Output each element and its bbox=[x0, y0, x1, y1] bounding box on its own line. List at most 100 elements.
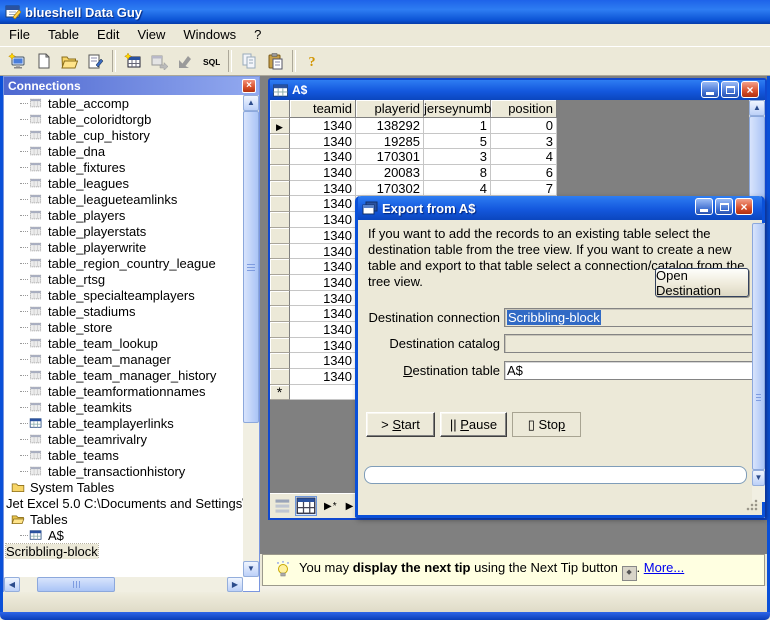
tree-hscroll-thumb[interactable] bbox=[37, 577, 115, 592]
tree-item-system-tables[interactable]: System Tables bbox=[4, 479, 243, 495]
form-view-icon[interactable] bbox=[273, 497, 293, 515]
copy-icon[interactable] bbox=[237, 49, 261, 73]
tree-item-table-store[interactable]: table_store bbox=[4, 319, 243, 335]
row-selector[interactable] bbox=[270, 275, 290, 291]
paste-icon[interactable] bbox=[263, 49, 287, 73]
cell-r4-teamid[interactable]: 1340 bbox=[290, 181, 356, 197]
new-connection-icon[interactable] bbox=[5, 49, 29, 73]
cell-r2-playerid[interactable]: 170301 bbox=[356, 149, 424, 165]
row-selector[interactable] bbox=[270, 291, 290, 307]
grid-scroll-up-icon[interactable]: ▲ bbox=[749, 100, 765, 116]
stop-button[interactable]: ▯ Stop bbox=[512, 412, 581, 437]
column-header-playerid[interactable]: playerid bbox=[356, 100, 424, 118]
tree-item-table-team-manager-history[interactable]: table_team_manager_history bbox=[4, 367, 243, 383]
tree-item-scribbling-block[interactable]: Scribbling-block bbox=[4, 543, 243, 559]
row-selector[interactable] bbox=[270, 353, 290, 369]
tree-item-table-coloridtorgb[interactable]: table_coloridtorgb bbox=[4, 111, 243, 127]
new-cell-teamid[interactable] bbox=[290, 385, 356, 401]
tree-item-table-teamrivalry[interactable]: table_teamrivalry bbox=[4, 431, 243, 447]
cell-r1-playerid[interactable]: 19285 bbox=[356, 134, 424, 150]
tree-item-tables[interactable]: Tables bbox=[4, 511, 243, 527]
cell-r1-position[interactable]: 3 bbox=[491, 134, 557, 150]
help-icon[interactable]: ? bbox=[301, 49, 325, 73]
tree-item-table-players[interactable]: table_players bbox=[4, 207, 243, 223]
new-file-icon[interactable] bbox=[31, 49, 55, 73]
grid-minimize-icon[interactable] bbox=[701, 81, 719, 98]
current-row-selector[interactable]: ▶ bbox=[270, 118, 290, 134]
app-titlebar[interactable]: blueshell Data Guy bbox=[0, 0, 770, 24]
cell-r6-teamid[interactable]: 1340 bbox=[290, 212, 356, 228]
dialog-minimize-icon[interactable] bbox=[695, 198, 713, 215]
dialog-maximize-icon[interactable] bbox=[715, 198, 733, 215]
tree-item-table-fixtures[interactable]: table_fixtures bbox=[4, 159, 243, 175]
tree-item-table-cup-history[interactable]: table_cup_history bbox=[4, 127, 243, 143]
column-header-position[interactable]: position bbox=[491, 100, 557, 118]
row-selector[interactable] bbox=[270, 322, 290, 338]
cell-r9-teamid[interactable]: 1340 bbox=[290, 259, 356, 275]
cell-r2-position[interactable]: 4 bbox=[491, 149, 557, 165]
properties-icon[interactable] bbox=[83, 49, 107, 73]
row-selector[interactable] bbox=[270, 369, 290, 385]
grid-window-titlebar[interactable]: A$ × bbox=[270, 80, 765, 100]
tree-item-table-team-manager[interactable]: table_team_manager bbox=[4, 351, 243, 367]
menu-item-help[interactable]: ? bbox=[245, 24, 270, 46]
cell-r1-teamid[interactable]: 1340 bbox=[290, 134, 356, 150]
cell-r14-teamid[interactable]: 1340 bbox=[290, 338, 356, 354]
tree-item-a$[interactable]: A$ bbox=[4, 527, 243, 543]
dialog-close-icon[interactable]: × bbox=[735, 198, 753, 215]
menu-item-table[interactable]: Table bbox=[39, 24, 88, 46]
row-selector[interactable] bbox=[270, 338, 290, 354]
tree-item-table-teamformationnames[interactable]: table_teamformationnames bbox=[4, 383, 243, 399]
tree-scroll-left-icon[interactable]: ◀ bbox=[4, 577, 20, 592]
tree-item-table-teamplayerlinks[interactable]: table_teamplayerlinks bbox=[4, 415, 243, 431]
cell-r7-teamid[interactable]: 1340 bbox=[290, 228, 356, 244]
tree-item-table-teams[interactable]: table_teams bbox=[4, 447, 243, 463]
row-selector[interactable] bbox=[270, 165, 290, 181]
destination-connection-field[interactable]: Scribbling-block bbox=[504, 308, 754, 327]
destination-table-field[interactable]: A$ bbox=[504, 361, 754, 380]
cell-r3-teamid[interactable]: 1340 bbox=[290, 165, 356, 181]
tree-hscrollbar[interactable]: ◀ ▶ bbox=[4, 577, 243, 592]
column-header-jerseynumber[interactable]: jerseynumber bbox=[424, 100, 491, 118]
cell-r16-teamid[interactable]: 1340 bbox=[290, 369, 356, 385]
pause-button[interactable]: || Pause bbox=[440, 412, 507, 437]
cell-r4-position[interactable]: 7 bbox=[491, 181, 557, 197]
cell-r0-jerseynumber[interactable]: 1 bbox=[424, 118, 491, 134]
export-table-icon[interactable] bbox=[147, 49, 171, 73]
start-button[interactable]: > Start bbox=[366, 412, 435, 437]
row-selector[interactable] bbox=[270, 306, 290, 322]
menu-item-view[interactable]: View bbox=[128, 24, 174, 46]
cell-r10-teamid[interactable]: 1340 bbox=[290, 275, 356, 291]
tree-scroll-up-icon[interactable]: ▲ bbox=[243, 95, 259, 111]
tree-item-table-rtsg[interactable]: table_rtsg bbox=[4, 271, 243, 287]
next-tip-button[interactable]: ◆ bbox=[622, 566, 637, 581]
cell-r1-jerseynumber[interactable]: 5 bbox=[424, 134, 491, 150]
cell-r4-playerid[interactable]: 170302 bbox=[356, 181, 424, 197]
row-selector[interactable] bbox=[270, 212, 290, 228]
grid-maximize-icon[interactable] bbox=[721, 81, 739, 98]
open-icon[interactable] bbox=[57, 49, 81, 73]
row-selector[interactable] bbox=[270, 244, 290, 260]
tree-item-table-dna[interactable]: table_dna bbox=[4, 143, 243, 159]
cell-r2-jerseynumber[interactable]: 3 bbox=[424, 149, 491, 165]
row-selector[interactable] bbox=[270, 149, 290, 165]
dialog-resize-grip[interactable] bbox=[746, 499, 758, 511]
tree-item-table-stadiums[interactable]: table_stadiums bbox=[4, 303, 243, 319]
tree-item-table-playerstats[interactable]: table_playerstats bbox=[4, 223, 243, 239]
connections-panel-header[interactable]: Connections × bbox=[4, 77, 259, 95]
row-selector[interactable] bbox=[270, 228, 290, 244]
tree-item-table-accomp[interactable]: table_accomp bbox=[4, 95, 243, 111]
tree-item-table-specialteamplayers[interactable]: table_specialteamplayers bbox=[4, 287, 243, 303]
cell-r3-playerid[interactable]: 20083 bbox=[356, 165, 424, 181]
tree-scroll-down-icon[interactable]: ▼ bbox=[243, 561, 259, 577]
new-record-selector[interactable]: * bbox=[270, 385, 290, 401]
cell-r15-teamid[interactable]: 1340 bbox=[290, 353, 356, 369]
cell-r3-position[interactable]: 6 bbox=[491, 165, 557, 181]
destination-catalog-field[interactable] bbox=[504, 334, 754, 353]
grid-close-icon[interactable]: × bbox=[741, 81, 759, 98]
tree-item-jet-excel-5-0-c-documents-and-settings-paul-a[interactable]: Jet Excel 5.0 C:\Documents and Settings\… bbox=[4, 495, 243, 511]
cell-r13-teamid[interactable]: 1340 bbox=[290, 322, 356, 338]
record-nav-next-icon[interactable]: ▶ bbox=[346, 501, 355, 512]
tree-vscroll-thumb[interactable] bbox=[243, 111, 259, 423]
menu-item-edit[interactable]: Edit bbox=[88, 24, 128, 46]
